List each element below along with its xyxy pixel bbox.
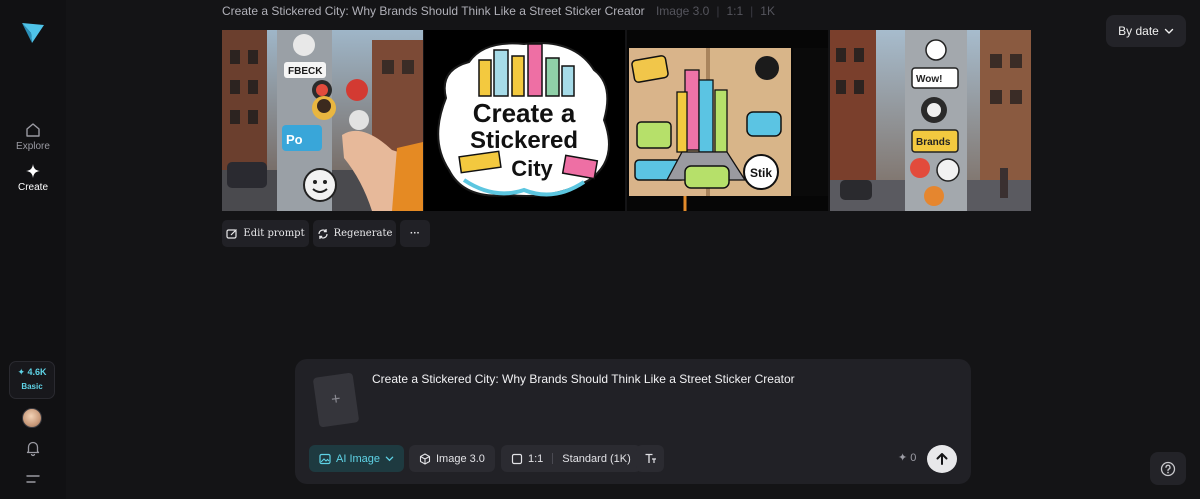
edit-prompt-label: Edit prompt bbox=[243, 228, 305, 239]
more-options-button[interactable]: ··· bbox=[400, 220, 430, 247]
generated-image-2[interactable]: Create a Stickered City bbox=[424, 30, 625, 211]
help-button[interactable] bbox=[1150, 452, 1186, 485]
nav-explore[interactable]: Explore bbox=[0, 122, 66, 152]
image-create-a-stickered-city: Create a Stickered City bbox=[424, 30, 625, 211]
text-format-icon bbox=[645, 453, 656, 463]
prompt-composer: + Create a Stickered City: Why Brands Sh… bbox=[295, 359, 971, 484]
chevron-down-icon bbox=[1164, 28, 1174, 34]
meta-separator: | bbox=[750, 4, 754, 18]
model-selector[interactable]: Image 3.0 bbox=[409, 445, 495, 472]
plus-icon: + bbox=[330, 390, 342, 409]
nav-create[interactable]: Create bbox=[0, 163, 66, 193]
generation-resolution: 1K bbox=[760, 4, 775, 18]
model-label: Image 3.0 bbox=[436, 452, 485, 465]
sticker-text: Po bbox=[286, 132, 303, 147]
generated-image-3[interactable]: Stik bbox=[627, 30, 828, 211]
generate-button[interactable] bbox=[927, 445, 957, 473]
sticker-text: Stik bbox=[750, 166, 772, 180]
sticker-text: FBECK bbox=[288, 66, 323, 77]
aspect-ratio-icon bbox=[511, 453, 523, 464]
meta-separator: | bbox=[716, 4, 720, 18]
sticker-text: Brands bbox=[916, 137, 951, 148]
logo-line-2: Stickered bbox=[470, 127, 578, 154]
cube-icon bbox=[419, 452, 431, 465]
prompt-input[interactable]: Create a Stickered City: Why Brands Shou… bbox=[372, 372, 795, 386]
sparkle-icon bbox=[26, 164, 40, 178]
generation-ratio: 1:1 bbox=[726, 4, 744, 18]
upload-reference-button[interactable]: + bbox=[312, 372, 360, 428]
menu-icon[interactable] bbox=[24, 470, 42, 488]
help-icon bbox=[1160, 461, 1176, 476]
nav-create-label: Create bbox=[17, 182, 48, 193]
mode-selector[interactable]: AI Image bbox=[309, 445, 405, 472]
image-mode-icon bbox=[319, 453, 331, 464]
avatar[interactable] bbox=[22, 408, 42, 428]
generated-image-4[interactable]: Wow! Brands bbox=[830, 30, 1031, 211]
regenerate-label: Regenerate bbox=[333, 228, 393, 239]
refresh-icon bbox=[317, 228, 328, 239]
logo-line-3: City bbox=[511, 156, 553, 181]
sort-dropdown[interactable]: By date bbox=[1106, 15, 1186, 47]
credits-badge[interactable]: ✦ 4.6K Basic bbox=[9, 361, 55, 399]
image-sticker-pole-hand: FBECK Po bbox=[222, 30, 423, 211]
generation-model: Image 3.0 bbox=[655, 4, 710, 18]
regenerate-button[interactable]: Regenerate bbox=[313, 220, 396, 247]
home-icon bbox=[26, 123, 40, 137]
more-icon: ··· bbox=[410, 228, 420, 239]
app-logo-icon[interactable] bbox=[20, 19, 46, 45]
ratio-quality-selector[interactable]: 1:1 Standard (1K) bbox=[501, 445, 641, 472]
pill-divider bbox=[552, 453, 554, 464]
nav-explore-label: Explore bbox=[16, 141, 50, 152]
mode-label: AI Image bbox=[336, 452, 381, 465]
plan-label: Basic bbox=[21, 382, 43, 391]
generation-title-row: Create a Stickered City: Why Brands Shou… bbox=[222, 4, 775, 18]
logo-line-1: Create a bbox=[473, 98, 576, 128]
generated-image-1[interactable]: FBECK Po bbox=[222, 30, 423, 211]
arrow-up-icon bbox=[936, 453, 948, 465]
quality-label: Standard (1K) bbox=[562, 452, 631, 465]
image-sticker-pole-street: Wow! Brands bbox=[830, 30, 1031, 211]
text-style-button[interactable] bbox=[636, 445, 664, 472]
ratio-label: 1:1 bbox=[528, 452, 544, 465]
credits-amount: ✦ 4.6K bbox=[17, 367, 47, 377]
image-sticker-sketchbook: Stik bbox=[627, 30, 828, 211]
sticker-text: Wow! bbox=[916, 74, 942, 85]
generation-title: Create a Stickered City: Why Brands Shou… bbox=[222, 4, 645, 18]
sidebar: Explore Create ✦ 4.6K Basic bbox=[0, 0, 66, 499]
credit-cost: ✦ 0 bbox=[898, 452, 917, 464]
edit-prompt-button[interactable]: Edit prompt bbox=[222, 220, 309, 247]
bell-icon[interactable] bbox=[24, 439, 42, 457]
edit-icon bbox=[226, 228, 238, 239]
sort-label: By date bbox=[1118, 24, 1159, 38]
chevron-down-icon bbox=[385, 456, 394, 462]
